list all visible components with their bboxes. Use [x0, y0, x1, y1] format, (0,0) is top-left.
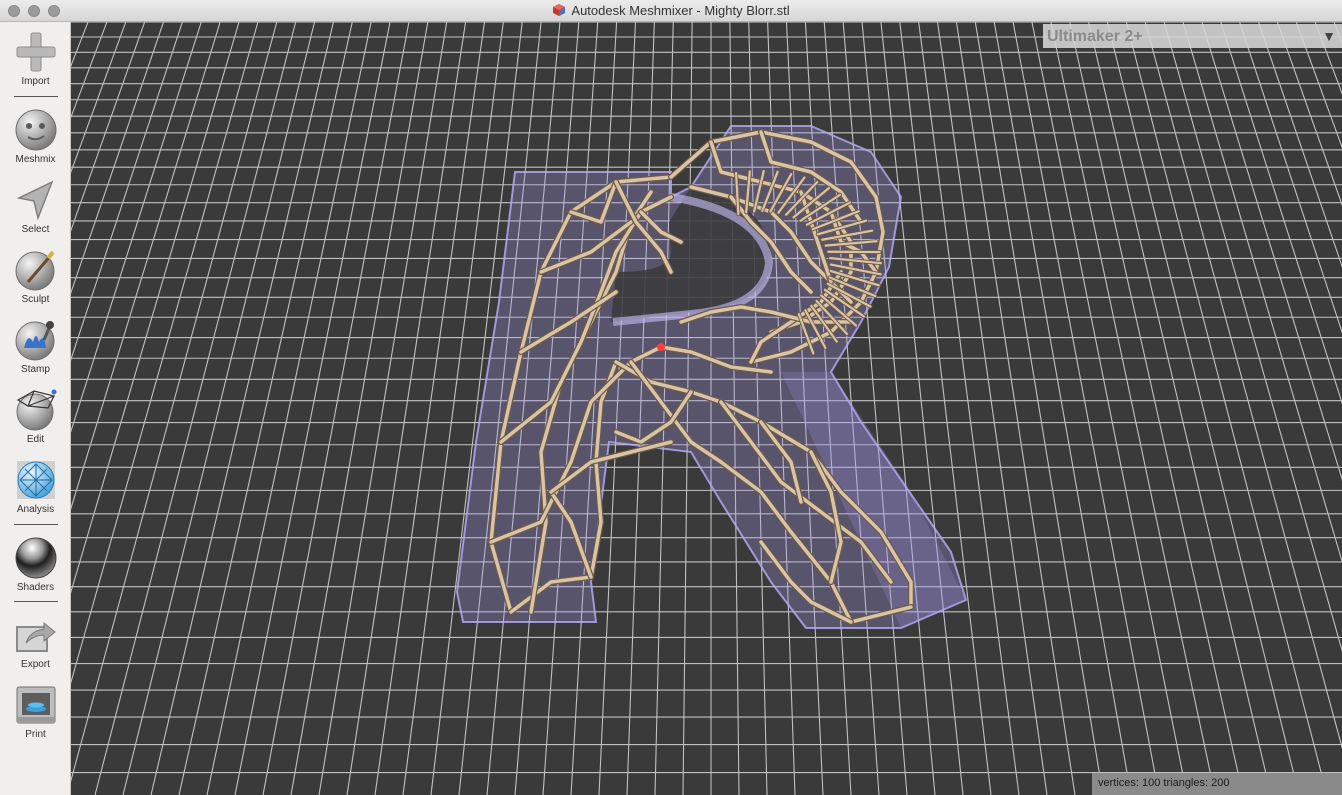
sculpt-button[interactable]: Sculpt: [0, 248, 71, 305]
arrow-pointer-icon: [16, 180, 53, 221]
chrome-sphere-icon: [15, 537, 56, 579]
edit-button[interactable]: Edit: [0, 388, 71, 445]
stamp-button[interactable]: Stamp: [0, 318, 71, 375]
print-button[interactable]: Print: [0, 683, 71, 740]
bunny-face-icon: [15, 109, 56, 151]
analysis-sphere-icon: [16, 461, 55, 499]
toolbar-separator: [14, 524, 58, 525]
printer-icon: [16, 686, 55, 724]
select-button[interactable]: Select: [0, 178, 71, 235]
toolbar-separator: [14, 601, 58, 602]
sculpt-label: Sculpt: [21, 294, 50, 305]
analysis-label: Analysis: [16, 504, 55, 515]
printer-selected-value: Ultimaker 2+: [1047, 28, 1143, 45]
import-button[interactable]: Import: [0, 30, 71, 87]
window-title: Autodesk Meshmixer - Mighty Blorr.stl: [571, 3, 790, 18]
build-plate-scene[interactable]: [71, 22, 1342, 795]
meshmixer-app-icon: [553, 4, 566, 16]
export-button[interactable]: Export: [0, 613, 71, 670]
window-title-wrap: Autodesk Meshmixer - Mighty Blorr.stl: [0, 3, 1342, 18]
chevron-down-icon: ▼: [1322, 28, 1336, 44]
stamp-label: Stamp: [21, 364, 50, 375]
tool-sidebar: Import Meshmix Select Sculpt Stamp Edit …: [0, 22, 71, 795]
edit-label: Edit: [26, 434, 45, 445]
analysis-button[interactable]: Analysis: [0, 458, 71, 515]
print-label: Print: [25, 729, 46, 740]
export-icon: [15, 621, 56, 652]
select-label: Select: [21, 224, 50, 235]
meshmix-button[interactable]: Meshmix: [0, 108, 71, 165]
3d-viewport[interactable]: [71, 22, 1342, 795]
mesh-stats-status: vertices: 100 triangles: 200: [1092, 773, 1342, 795]
toolbar-separator: [14, 96, 58, 97]
pivot-marker: [657, 343, 665, 351]
brush-sphere-icon: [15, 250, 55, 291]
window-titlebar: Autodesk Meshmixer - Mighty Blorr.stl: [0, 0, 1342, 22]
meshmix-label: Meshmix: [15, 154, 56, 165]
import-label: Import: [21, 76, 50, 87]
stamp-sphere-icon: [15, 321, 54, 361]
plus-icon: [16, 32, 55, 72]
mesh-edit-icon: [16, 389, 56, 431]
shaders-button[interactable]: Shaders: [0, 536, 71, 593]
shaders-label: Shaders: [16, 582, 55, 593]
printer-dropdown[interactable]: Ultimaker 2+ ▼: [1043, 24, 1342, 48]
export-label: Export: [21, 659, 50, 670]
